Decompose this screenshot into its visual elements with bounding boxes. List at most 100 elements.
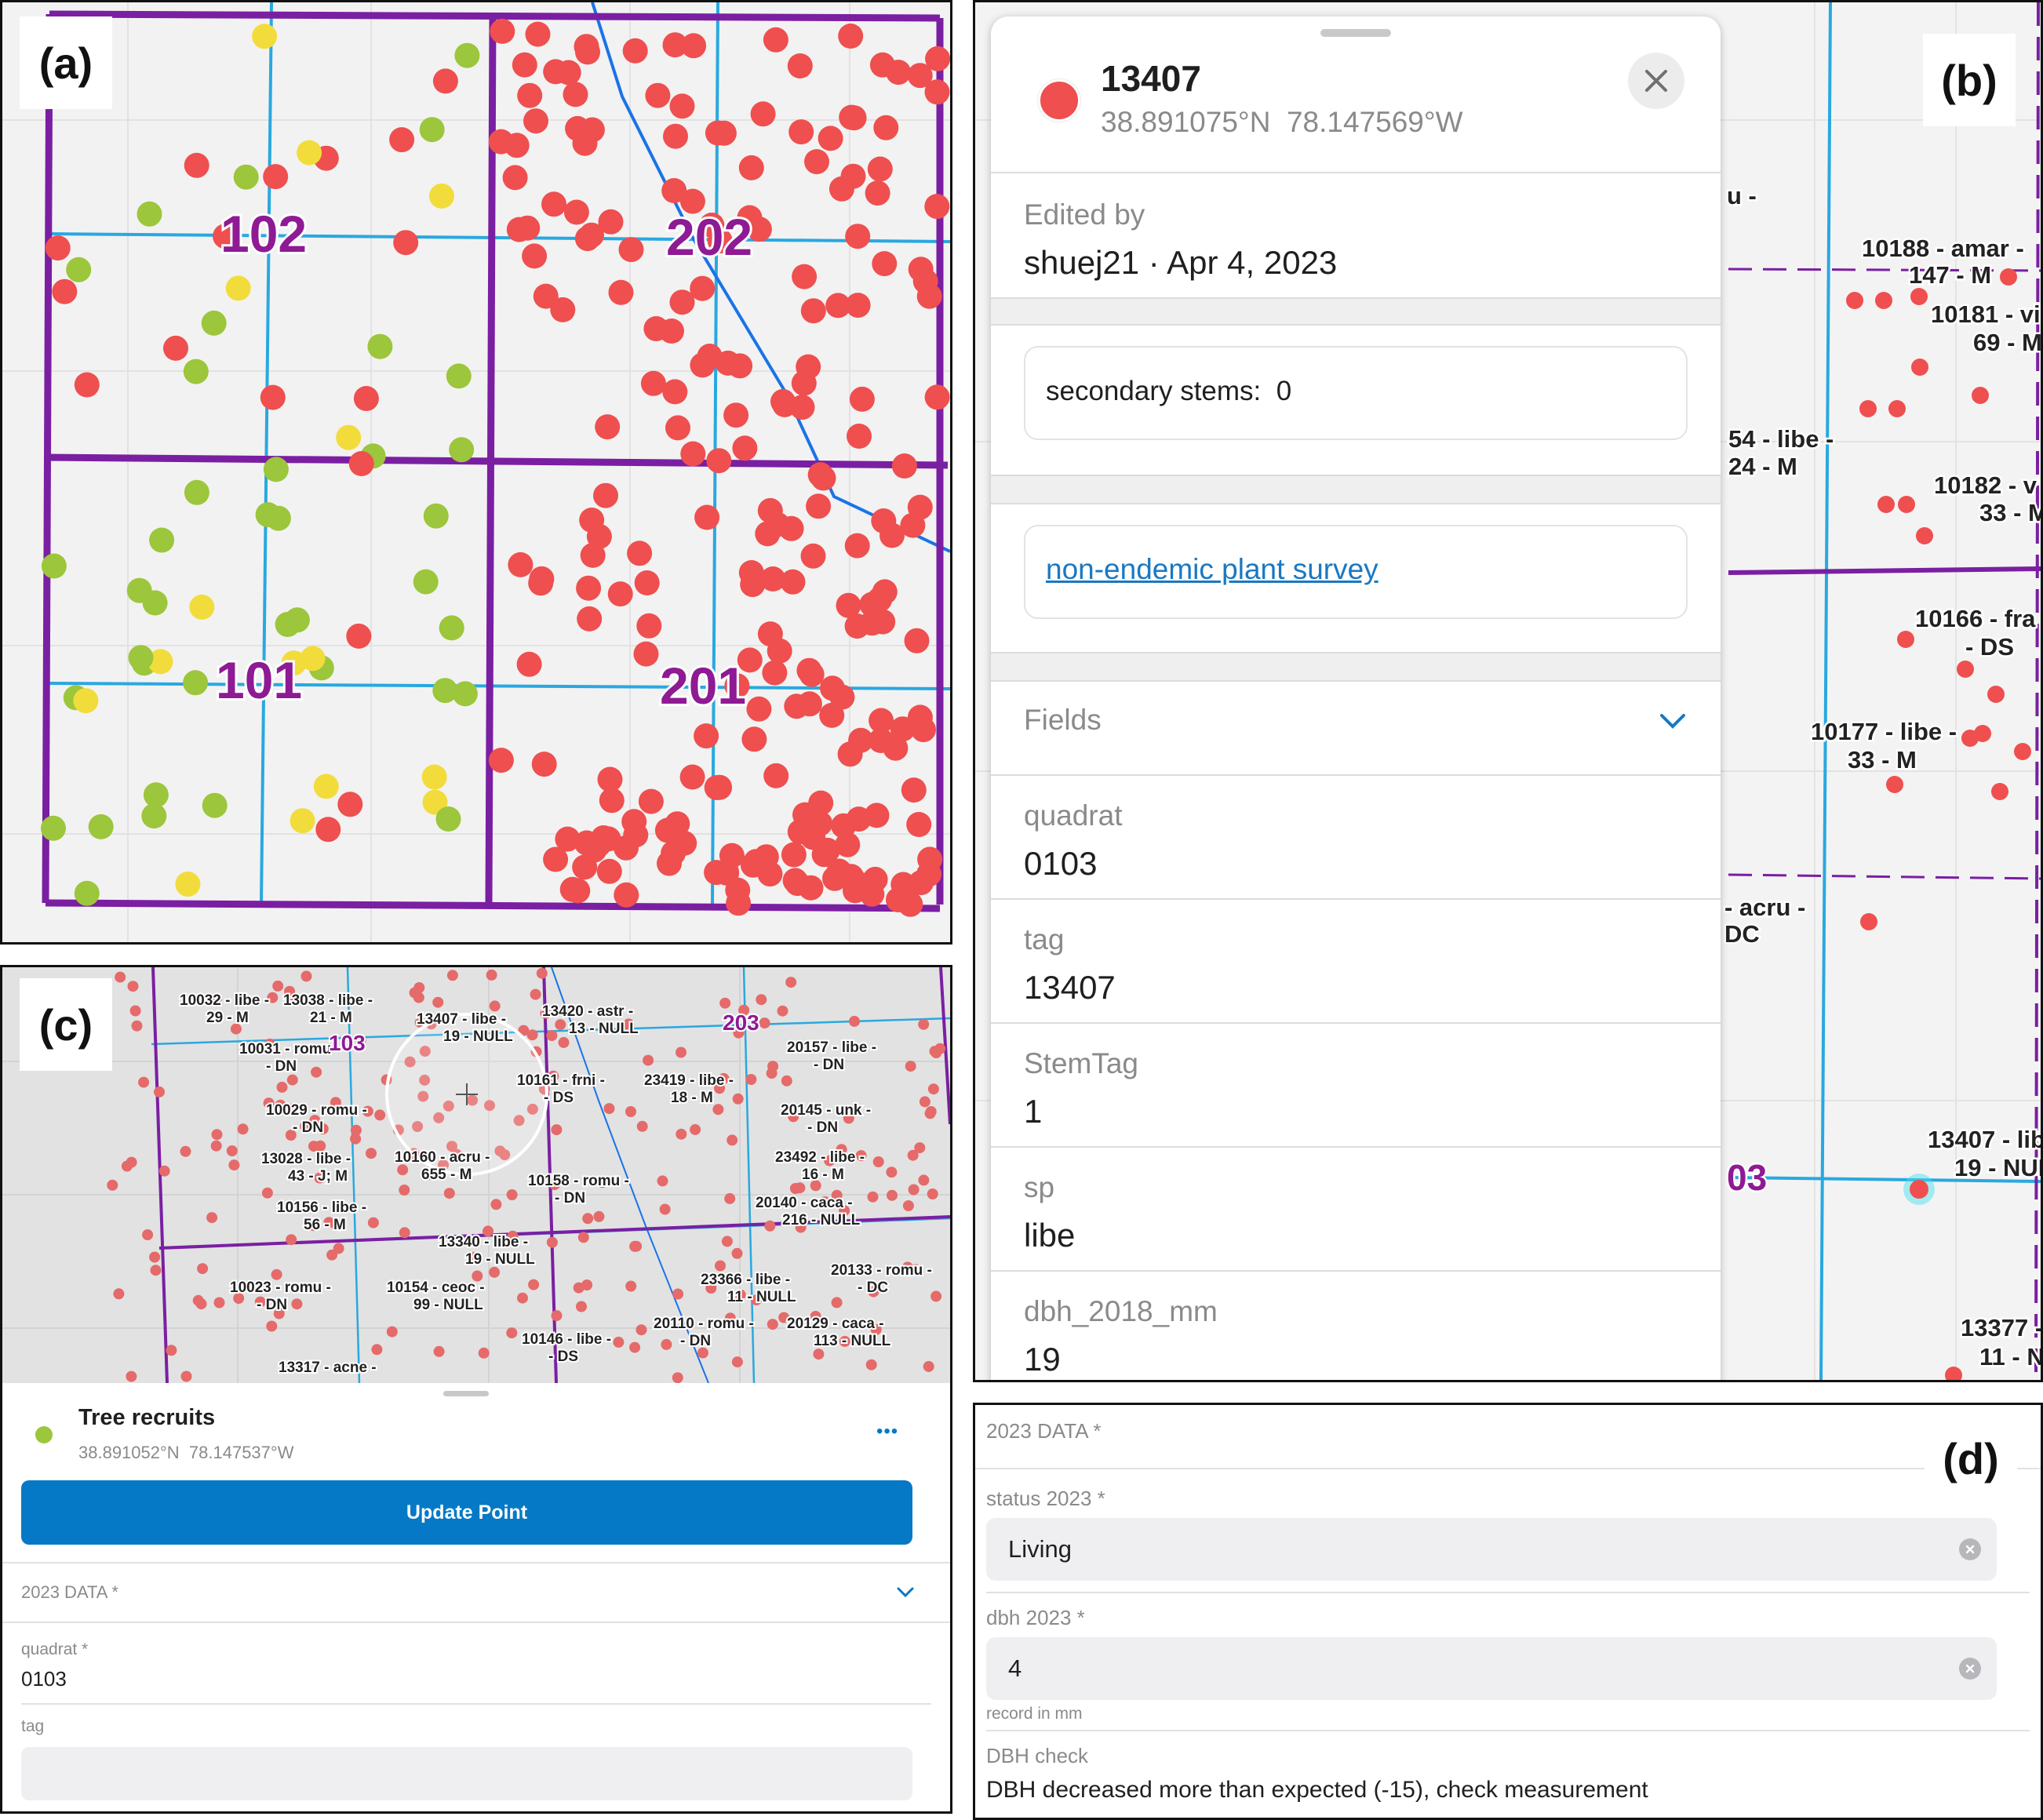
tree-point[interactable] (908, 1184, 920, 1196)
living-tree-point[interactable] (74, 880, 100, 906)
tree-point[interactable] (865, 1359, 877, 1370)
dead-tree-point[interactable] (811, 842, 837, 868)
clear-icon[interactable] (1959, 1658, 1981, 1680)
tree-point[interactable] (350, 1124, 362, 1136)
dead-tree-point[interactable] (788, 119, 814, 145)
tree-point[interactable] (555, 1019, 566, 1031)
dead-tree-point[interactable] (916, 283, 942, 309)
tree-point[interactable] (154, 1086, 165, 1097)
dead-tree-point[interactable] (579, 117, 605, 143)
dead-tree-point[interactable] (614, 835, 639, 861)
living-tree-point[interactable] (149, 527, 175, 553)
tree-point[interactable] (631, 1240, 643, 1252)
tree-point[interactable] (831, 1297, 843, 1309)
living-tree-point[interactable] (452, 681, 478, 707)
tree-point[interactable] (914, 1142, 926, 1154)
dead-tree-point[interactable] (891, 453, 917, 479)
dead-tree-point[interactable] (796, 354, 821, 380)
tree-point[interactable] (593, 1210, 605, 1222)
recruit-point[interactable] (421, 764, 447, 790)
dead-tree-point[interactable] (654, 817, 680, 843)
tree-point[interactable] (530, 988, 541, 1000)
dead-tree-point[interactable] (508, 551, 534, 577)
dead-tree-point[interactable] (488, 748, 514, 774)
recruit-point[interactable] (300, 646, 326, 672)
dead-tree-point[interactable] (738, 560, 764, 585)
tree-point[interactable] (138, 1076, 150, 1088)
tree-point[interactable] (261, 1187, 273, 1199)
tree-point[interactable] (613, 1336, 625, 1348)
dead-tree-point[interactable] (263, 164, 289, 190)
living-tree-point[interactable] (41, 815, 66, 841)
dead-tree-point[interactable] (925, 46, 950, 71)
dead-tree-point[interactable] (389, 127, 415, 153)
tree-point[interactable] (867, 1191, 879, 1203)
recruit-point[interactable] (313, 774, 339, 799)
dead-tree-point[interactable] (819, 702, 845, 728)
tree-point[interactable] (517, 1292, 528, 1304)
dead-tree-point[interactable] (488, 129, 514, 155)
recruit-point[interactable] (73, 688, 99, 714)
tree-point[interactable] (413, 992, 424, 1003)
tree-point[interactable] (371, 1344, 383, 1356)
dead-tree-point[interactable] (517, 82, 543, 108)
clear-icon[interactable] (1959, 1538, 1981, 1560)
dead-tree-point[interactable] (726, 890, 752, 916)
living-tree-point[interactable] (435, 806, 461, 832)
dead-tree-point[interactable] (704, 775, 730, 800)
tree-point[interactable] (433, 1345, 445, 1357)
recruit-point[interactable] (189, 594, 215, 620)
dead-tree-point[interactable] (757, 621, 783, 647)
tree-point[interactable] (629, 1341, 641, 1353)
dead-tree-point[interactable] (781, 842, 807, 868)
dead-tree-point[interactable] (574, 226, 600, 252)
dead-tree-point[interactable] (559, 876, 585, 902)
tree-point[interactable] (756, 994, 767, 1006)
dead-tree-point[interactable] (622, 38, 648, 64)
quadrat-field-value[interactable]: 0103 (21, 1667, 67, 1691)
tree-point[interactable] (226, 1145, 238, 1156)
dead-tree-point[interactable] (506, 217, 532, 242)
dead-tree-point[interactable] (796, 657, 822, 683)
dead-tree-point[interactable] (924, 194, 950, 220)
tree-point[interactable] (577, 1232, 589, 1243)
tree-point[interactable] (113, 1288, 125, 1300)
living-tree-point[interactable] (449, 437, 475, 463)
dead-tree-point[interactable] (621, 809, 647, 835)
dead-tree-point[interactable] (844, 533, 870, 559)
dead-tree-point[interactable] (663, 123, 688, 149)
tree-point[interactable] (731, 1356, 743, 1368)
dead-tree-point[interactable] (740, 852, 766, 878)
tree-point[interactable] (582, 1213, 594, 1225)
dead-tree-point[interactable] (764, 511, 790, 537)
dead-tree-point[interactable] (52, 278, 78, 304)
dead-tree-point[interactable] (665, 415, 690, 441)
dead-tree-point[interactable] (694, 504, 720, 530)
dead-tree-point[interactable] (337, 792, 363, 817)
dead-tree-point[interactable] (841, 105, 867, 131)
living-tree-point[interactable] (128, 645, 154, 671)
dead-tree-point[interactable] (831, 813, 857, 839)
dead-tree-point[interactable] (898, 891, 923, 917)
dead-tree-point[interactable] (598, 209, 624, 235)
tree-point[interactable] (367, 1217, 379, 1228)
dead-tree-point[interactable] (763, 763, 789, 788)
living-tree-point[interactable] (265, 505, 291, 531)
tree-point[interactable] (781, 1075, 792, 1087)
tree-point[interactable] (676, 1128, 687, 1140)
recruit-point[interactable] (252, 24, 278, 49)
dead-tree-point[interactable] (614, 882, 639, 908)
tree-point[interactable] (635, 1324, 647, 1336)
dead-tree-point[interactable] (574, 34, 599, 60)
dead-tree-point[interactable] (577, 606, 603, 632)
dead-tree-point[interactable] (634, 570, 660, 595)
tree-point[interactable] (478, 1347, 490, 1359)
tree-point[interactable] (576, 1301, 587, 1312)
living-tree-point[interactable] (202, 792, 228, 818)
dead-tree-point[interactable] (346, 623, 372, 649)
fields-section-header[interactable]: Fields (991, 680, 1721, 774)
tree-points[interactable] (1846, 268, 2031, 1380)
tree-point[interactable] (506, 1327, 518, 1339)
living-tree-point[interactable] (41, 553, 67, 579)
dead-tree-point[interactable] (838, 24, 864, 49)
